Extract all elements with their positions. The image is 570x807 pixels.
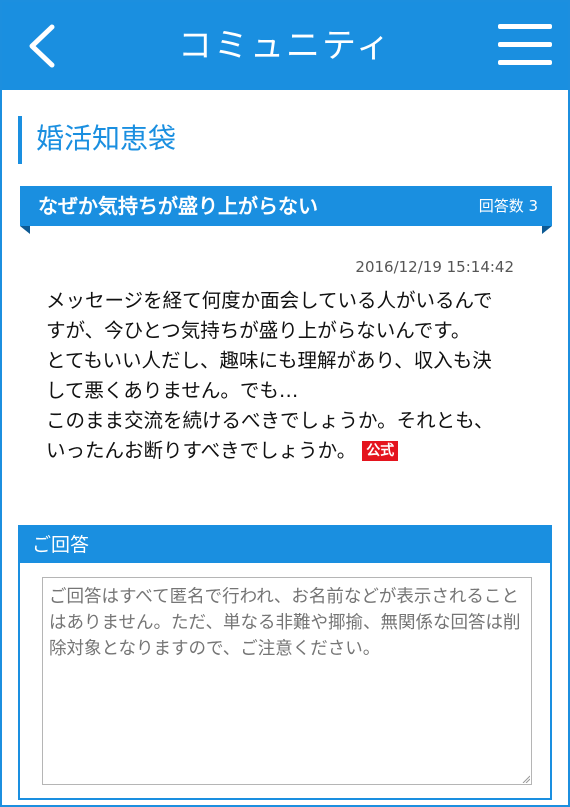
section-title: 婚活知恵袋 — [18, 116, 176, 164]
question-timestamp: 2016/12/19 15:14:42 — [355, 258, 514, 276]
answer-header: ご回答 — [20, 527, 550, 563]
question-line: して悪くありません。でも… — [46, 379, 299, 402]
app-frame: コミュニティ 婚活知恵袋 なぜか気持ちが盛り上がらない 回答数 3 2016/1… — [0, 0, 570, 807]
menu-button[interactable] — [498, 22, 552, 68]
answer-textarea[interactable] — [42, 577, 532, 785]
answer-panel: ご回答 — [18, 525, 552, 800]
question-body: メッセージを経て何度か面会している人がいるんで すが、今ひとつ気持ちが盛り上がら… — [46, 286, 536, 466]
answer-count[interactable]: 回答数 3 — [479, 186, 538, 226]
question-line: いったんお断りすべきでしょうか。 — [46, 439, 357, 462]
question-title: なぜか気持ちが盛り上がらない — [38, 194, 318, 218]
page-title: コミュニティ — [178, 26, 392, 66]
ribbon-fold-left — [20, 226, 30, 234]
ribbon-fold-right — [542, 226, 552, 234]
question-line: とてもいい人だし、趣味にも理解があり、収入も決 — [46, 349, 492, 372]
question-ribbon: なぜか気持ちが盛り上がらない 回答数 3 — [20, 186, 552, 234]
resize-grip-icon[interactable] — [522, 775, 530, 783]
question-line: メッセージを経て何度か面会している人がいるんで — [46, 289, 493, 312]
question-line: すが、今ひとつ気持ちが盛り上がらないんです。 — [46, 319, 471, 342]
question-bar: なぜか気持ちが盛り上がらない 回答数 3 — [20, 186, 552, 226]
question-line-last: いったんお断りすべきでしょうか。 公式 — [46, 436, 536, 466]
question-line: このまま交流を続けるべきでしょうか。それとも、 — [46, 409, 494, 432]
app-header: コミュニティ — [2, 2, 568, 90]
official-badge: 公式 — [362, 441, 399, 461]
